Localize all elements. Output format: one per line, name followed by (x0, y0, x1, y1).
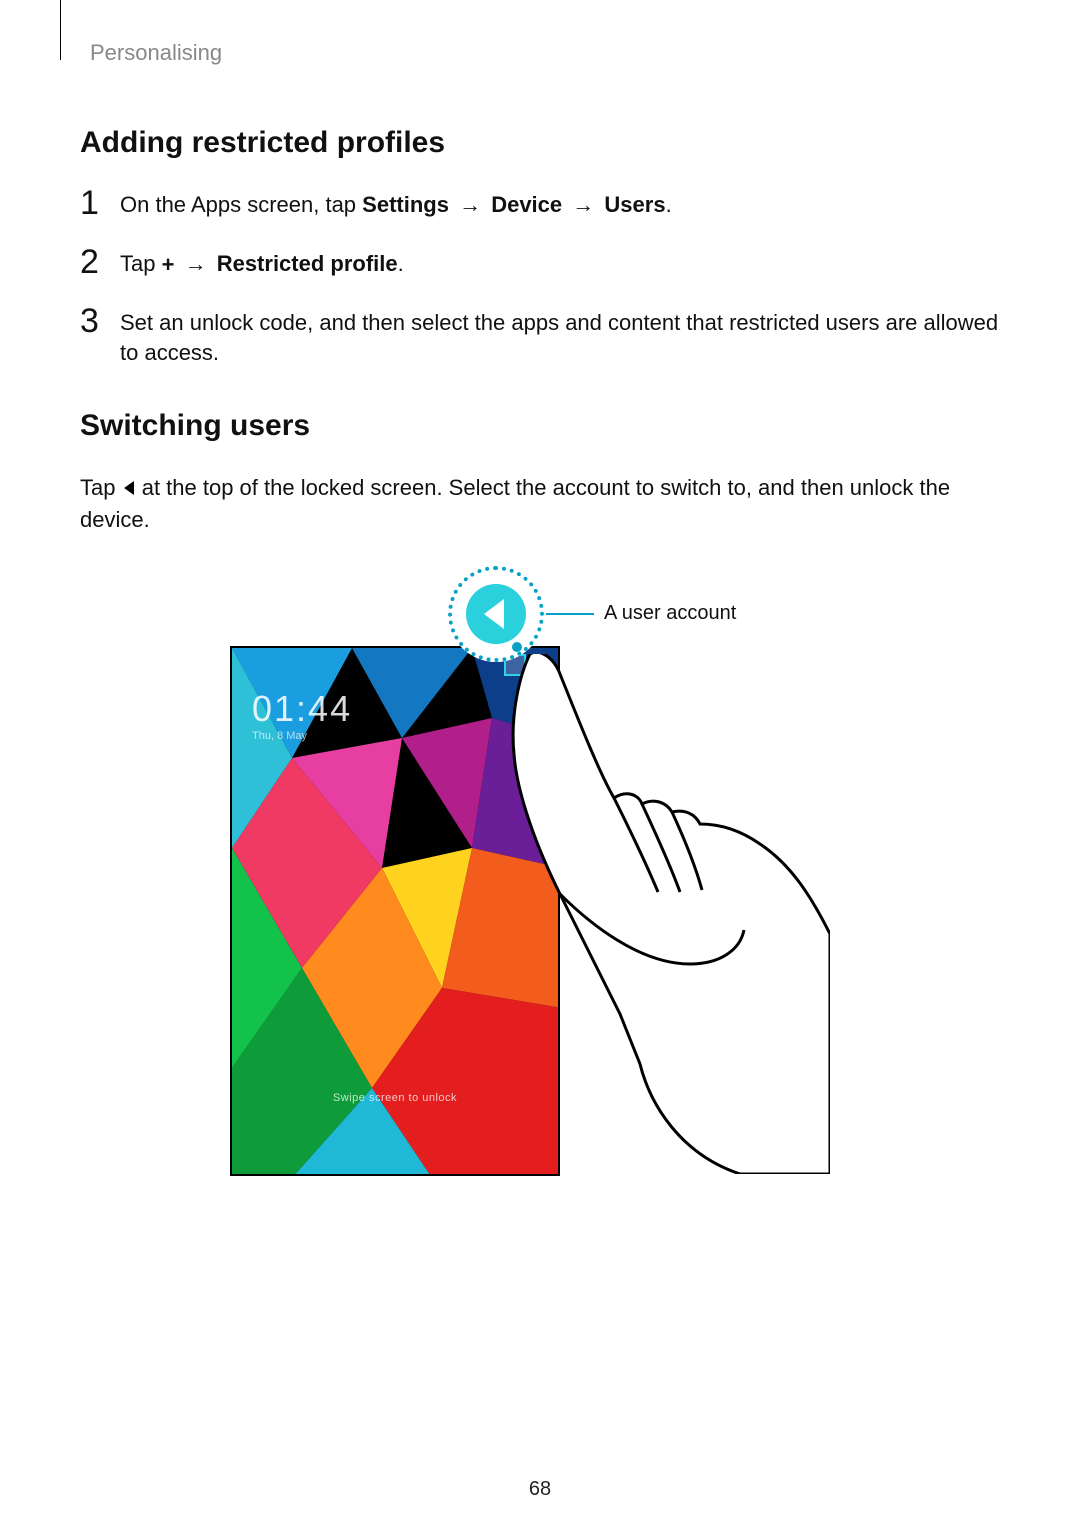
manual-page: Personalising Adding restricted profiles… (0, 0, 1080, 1527)
arrow-icon: → (568, 192, 598, 217)
step-number: 1 (80, 186, 120, 220)
page-number: 68 (0, 1478, 1080, 1501)
heading-adding-restricted: Adding restricted profiles (80, 126, 1000, 160)
bold-device: Device (491, 192, 562, 217)
triangle-left-icon (122, 474, 136, 505)
step-body: Tap + → Restricted profile. (120, 249, 1000, 280)
switching-paragraph: Tap at the top of the locked screen. Sel… (80, 473, 1000, 536)
callout-label: A user account (604, 602, 736, 625)
step-body: Set an unlock code, and then select the … (120, 308, 1000, 370)
callout-leader-line (546, 613, 594, 615)
callout-connector-dot (512, 642, 522, 652)
bold-restricted-profile: Restricted profile (217, 251, 398, 276)
running-head: Personalising (90, 40, 1000, 66)
text: Set an unlock code, and then select the … (120, 310, 998, 366)
text: Tap (120, 251, 162, 276)
steps-list: 1 On the Apps screen, tap Settings → Dev… (80, 190, 1000, 369)
bold-users: Users (604, 192, 665, 217)
clock-date: Thu, 8 May (252, 730, 352, 742)
text: at the top of the locked screen. Select … (80, 475, 950, 532)
lockscreen-clock: 01:44 Thu, 8 May (252, 688, 352, 742)
arrow-icon: → (181, 251, 211, 276)
arrow-icon: → (455, 192, 485, 217)
figure-lockscreen: 01:44 Thu, 8 May Swipe screen to unlock … (230, 566, 850, 1186)
clock-time: 01:44 (252, 688, 352, 729)
step-number: 2 (80, 245, 120, 279)
text: . (398, 251, 404, 276)
text: Tap (80, 475, 122, 500)
callout-circle (448, 566, 544, 662)
heading-switching-users: Switching users (80, 409, 1000, 443)
plus-icon: + (162, 254, 175, 276)
step-3: 3 Set an unlock code, and then select th… (80, 308, 1000, 370)
text: On the Apps screen, tap (120, 192, 362, 217)
step-body: On the Apps screen, tap Settings → Devic… (120, 190, 1000, 221)
text: . (666, 192, 672, 217)
triangle-left-icon (466, 584, 526, 644)
step-number: 3 (80, 304, 120, 338)
header-rule (60, 0, 61, 60)
step-2: 2 Tap + → Restricted profile. (80, 249, 1000, 280)
bold-settings: Settings (362, 192, 449, 217)
hand-illustration (490, 654, 830, 1174)
step-1: 1 On the Apps screen, tap Settings → Dev… (80, 190, 1000, 221)
